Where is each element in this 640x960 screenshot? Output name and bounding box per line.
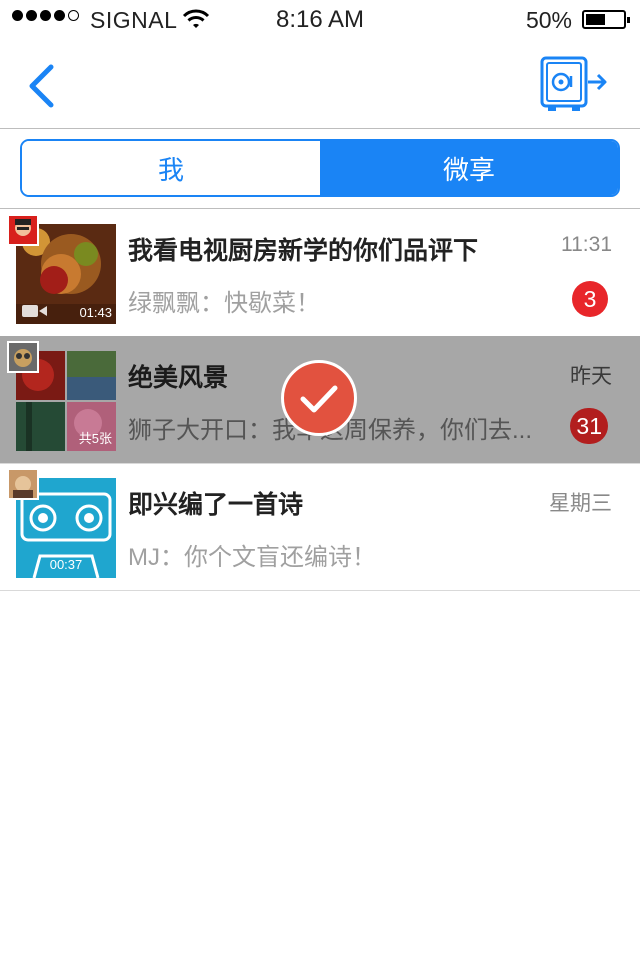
status-bar: SIGNAL 8:16 AM 50% [0,0,640,40]
unread-badge: 31 [570,408,608,444]
chat-title: 即兴编了一首诗 [128,491,304,519]
chat-time: 昨天 [570,365,612,388]
chat-time: 11:31 [561,233,612,256]
video-duration: 01:43 [79,305,112,320]
photo-count: 共5张 [78,431,112,446]
avatar [7,468,39,500]
unread-badge: 3 [572,281,608,317]
video-camera-icon [22,305,47,317]
safe-exit-icon[interactable] [536,52,608,116]
chat-time: 星期三 [549,492,612,515]
chat-preview: MJ：你个文盲还编诗！ [128,544,376,571]
battery-icon [582,10,630,29]
chat-preview: 绿飘飘：快歇菜！ [128,290,320,317]
battery-percent: 50% [525,7,572,33]
chat-row[interactable]: 00:37 即兴编了一首诗 星期三 MJ：你个文盲还编诗！ [0,463,640,591]
avatar [7,214,39,246]
segment-bar: 我 微享 [0,129,640,209]
segment-me[interactable]: 我 [22,141,320,195]
checkmark-icon[interactable] [281,360,357,436]
chat-row[interactable]: 01:43 我看电视厨房新学的你们品评下 11:31 绿飘飘：快歇菜！ 3 [0,209,640,337]
chat-title: 我看电视厨房新学的你们品评下 [128,237,479,265]
chat-title: 绝美风景 [128,364,229,392]
avatar [7,341,39,373]
segment-weixiang[interactable]: 微享 [320,141,618,195]
audio-duration: 00:37 [49,557,83,572]
navigation-bar [0,40,640,129]
chevron-left-icon[interactable] [22,62,62,110]
segmented-control: 我 微享 [20,139,620,197]
